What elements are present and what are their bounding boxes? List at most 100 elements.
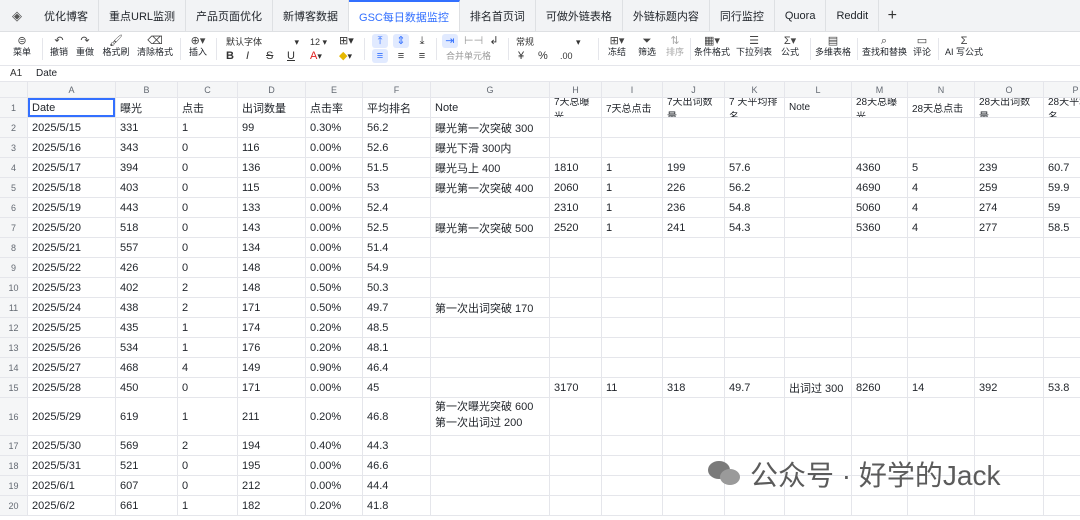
table-cell[interactable]: 0.00% — [306, 218, 363, 237]
table-cell[interactable]: 194 — [238, 436, 306, 455]
table-cell[interactable] — [602, 456, 663, 475]
table-cell[interactable] — [1044, 476, 1080, 495]
table-cell[interactable] — [550, 436, 602, 455]
table-cell[interactable]: 1 — [178, 496, 238, 515]
table-cell[interactable]: 60.7 — [1044, 158, 1080, 177]
table-cell[interactable]: 4 — [908, 198, 975, 217]
freeze-button[interactable]: ⊞▾ 冻结 — [606, 35, 628, 58]
table-cell[interactable]: 0 — [178, 198, 238, 217]
table-cell[interactable]: 182 — [238, 496, 306, 515]
table-cell[interactable]: 0.00% — [306, 476, 363, 495]
table-cell[interactable]: 1 — [178, 318, 238, 337]
table-cell[interactable] — [975, 476, 1044, 495]
table-cell[interactable] — [550, 496, 602, 515]
table-cell[interactable]: 4 — [908, 178, 975, 197]
undo-button[interactable]: ↶ 撤销 — [48, 35, 70, 58]
table-cell[interactable]: 115 — [238, 178, 306, 197]
table-cell[interactable]: 46.6 — [363, 456, 431, 475]
table-cell[interactable]: 59.9 — [1044, 178, 1080, 197]
table-cell[interactable] — [785, 456, 852, 475]
table-cell[interactable] — [725, 358, 785, 377]
table-cell[interactable]: 402 — [116, 278, 178, 297]
table-cell[interactable] — [975, 118, 1044, 137]
row-number[interactable]: 10 — [0, 278, 28, 297]
table-cell[interactable] — [431, 436, 550, 455]
redo-button[interactable]: ↷ 重做 — [74, 35, 96, 58]
table-cell[interactable]: 569 — [116, 436, 178, 455]
table-cell[interactable]: 149 — [238, 358, 306, 377]
table-cell[interactable]: 1 — [602, 218, 663, 237]
table-cell[interactable]: 2 — [178, 436, 238, 455]
column-header[interactable]: N — [908, 82, 975, 97]
table-cell[interactable]: 44.3 — [363, 436, 431, 455]
menu-button[interactable]: ⊜ 菜单 — [8, 35, 36, 58]
table-cell[interactable]: 5 — [908, 158, 975, 177]
table-cell[interactable]: 4690 — [852, 178, 908, 197]
table-cell[interactable]: 59 — [1044, 198, 1080, 217]
table-cell[interactable]: 0 — [178, 378, 238, 397]
strikethrough-button[interactable]: S — [266, 49, 273, 63]
column-header[interactable]: J — [663, 82, 725, 97]
table-cell[interactable]: 2025/5/26 — [28, 338, 116, 357]
row-number[interactable]: 15 — [0, 378, 28, 397]
column-header[interactable]: E — [306, 82, 363, 97]
header-cell[interactable]: 7天总点击 — [602, 98, 663, 117]
table-cell[interactable] — [975, 138, 1044, 157]
column-header[interactable]: D — [238, 82, 306, 97]
table-cell[interactable] — [908, 436, 975, 455]
table-cell[interactable]: 51.4 — [363, 238, 431, 257]
header-cell[interactable]: 点击 — [178, 98, 238, 117]
table-cell[interactable] — [725, 436, 785, 455]
table-cell[interactable] — [975, 456, 1044, 475]
table-cell[interactable]: 392 — [975, 378, 1044, 397]
table-cell[interactable] — [852, 298, 908, 317]
table-cell[interactable]: 174 — [238, 318, 306, 337]
table-cell[interactable] — [975, 496, 1044, 515]
table-cell[interactable] — [550, 456, 602, 475]
table-cell[interactable] — [908, 318, 975, 337]
table-cell[interactable] — [975, 436, 1044, 455]
table-cell[interactable]: 52.5 — [363, 218, 431, 237]
table-cell[interactable]: 0.00% — [306, 178, 363, 197]
table-cell[interactable]: 2025/5/16 — [28, 138, 116, 157]
insert-button[interactable]: ⊕▾ 插入 — [186, 35, 210, 58]
column-header[interactable]: L — [785, 82, 852, 97]
italic-button[interactable]: I — [246, 49, 249, 63]
table-cell[interactable] — [785, 278, 852, 297]
table-cell[interactable] — [663, 358, 725, 377]
table-cell[interactable] — [785, 436, 852, 455]
row-number[interactable]: 3 — [0, 138, 28, 157]
table-cell[interactable] — [725, 298, 785, 317]
table-cell[interactable] — [852, 318, 908, 337]
table-cell[interactable] — [663, 476, 725, 495]
table-cell[interactable] — [1044, 138, 1080, 157]
table-cell[interactable] — [663, 118, 725, 137]
table-cell[interactable]: 0 — [178, 258, 238, 277]
table-cell[interactable]: 259 — [975, 178, 1044, 197]
table-cell[interactable]: 116 — [238, 138, 306, 157]
row-number[interactable]: 18 — [0, 456, 28, 475]
align-middle-button[interactable]: ⇕ — [393, 34, 409, 48]
table-cell[interactable]: 0 — [178, 158, 238, 177]
table-cell[interactable] — [725, 398, 785, 435]
table-cell[interactable]: 0 — [178, 456, 238, 475]
table-cell[interactable] — [602, 118, 663, 137]
sheet-tab[interactable]: Quora — [775, 0, 827, 31]
table-cell[interactable] — [550, 338, 602, 357]
table-cell[interactable]: 0 — [178, 178, 238, 197]
column-header[interactable]: M — [852, 82, 908, 97]
table-cell[interactable]: 2025/5/27 — [28, 358, 116, 377]
table-cell[interactable] — [908, 476, 975, 495]
table-cell[interactable]: 435 — [116, 318, 178, 337]
table-cell[interactable]: 133 — [238, 198, 306, 217]
table-cell[interactable]: 443 — [116, 198, 178, 217]
header-cell[interactable]: 点击率 — [306, 98, 363, 117]
align-top-button[interactable]: ⤒ — [372, 34, 388, 48]
column-header[interactable]: F — [363, 82, 431, 97]
table-cell[interactable]: 241 — [663, 218, 725, 237]
table-cell[interactable]: 44.4 — [363, 476, 431, 495]
table-cell[interactable] — [725, 258, 785, 277]
table-cell[interactable] — [785, 358, 852, 377]
table-cell[interactable]: 0.00% — [306, 258, 363, 277]
table-cell[interactable] — [1044, 298, 1080, 317]
